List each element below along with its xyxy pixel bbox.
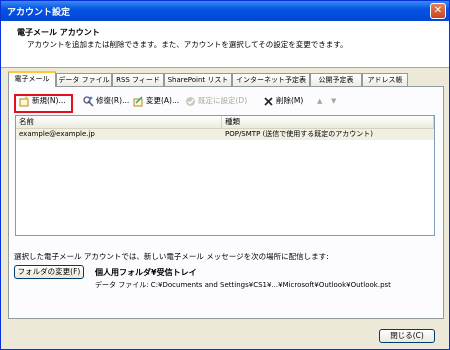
change-account-button[interactable]: 変更(A)... [133,94,179,108]
repair-account-button[interactable]: 修復(R)... [83,94,129,108]
window-title: アカウント設定 [7,8,71,18]
data-file-path: データ ファイル: C:¥Documents and Settings¥CS1¥… [95,281,391,289]
column-header-name[interactable]: 名前 [16,116,222,128]
tab-address-books[interactable]: アドレス帳 [362,73,408,86]
header-area: 電子メール アカウント アカウントを追加または削除できます。また、アカウントを選… [1,21,449,68]
change-account-label: 変更(A)... [146,96,180,105]
close-window-button[interactable]: ✕ [430,3,446,19]
tab-data-files[interactable]: データ ファイル [56,73,112,86]
email-tab-panel: 新規(N)... 修復(R)... 変更(A)... 既定に設定(D) 削除(M… [8,86,444,319]
delete-x-icon [264,96,273,106]
tab-sharepoint-lists[interactable]: SharePoint リスト [164,73,232,86]
account-list[interactable]: 名前 種類 example@example.jp POP/SMTP (送信で使用… [15,115,435,236]
set-default-label: 既定に設定(D) [198,96,248,105]
repair-icon [83,95,94,107]
account-list-header: 名前 種類 [16,116,434,129]
move-down-button[interactable]: ▼ [331,94,336,108]
tab-published-calendars[interactable]: 公開予定表 [310,73,362,86]
account-type-cell: POP/SMTP (送信で使用する既定のアカウント) [225,130,373,138]
set-default-button[interactable]: 既定に設定(D) [185,94,247,108]
tab-rss-feeds[interactable]: RSS フィード [112,73,164,86]
header-description: アカウントを追加または削除できます。また、アカウントを選択してその設定を変更でき… [27,40,348,49]
tab-internet-calendars[interactable]: インターネット予定表 [232,73,310,86]
header-title: 電子メール アカウント [17,28,100,37]
account-toolbar: 新規(N)... 修復(R)... 変更(A)... 既定に設定(D) 削除(M… [15,92,435,110]
change-mail-icon [133,95,143,106]
account-name-cell: example@example.jp [19,130,95,138]
tab-email[interactable]: 電子メール [8,71,56,87]
close-button[interactable]: 閉じる(C) [379,329,435,343]
delivery-description: 選択した電子メール アカウントでは、新しい電子メール メッセージを次の場所に配信… [14,252,329,261]
delivery-folder: 個人用フォルダ¥受信トレイ [95,268,197,277]
account-row[interactable]: example@example.jp POP/SMTP (送信で使用する既定のア… [16,129,434,140]
checkmark-icon [186,96,195,106]
delete-account-button[interactable]: 削除(M) [263,94,303,108]
title-bar: アカウント設定 ✕ [1,1,449,21]
new-button-highlight [14,94,73,113]
delete-account-label: 削除(M) [276,96,304,105]
account-settings-window: アカウント設定 ✕ 電子メール アカウント アカウントを追加または削除できます。… [0,0,450,350]
move-up-button[interactable]: ▲ [317,94,322,108]
repair-account-label: 修復(R)... [96,96,130,105]
change-folder-button[interactable]: フォルダの変更(F) [14,265,84,279]
column-header-type[interactable]: 種類 [222,116,434,128]
